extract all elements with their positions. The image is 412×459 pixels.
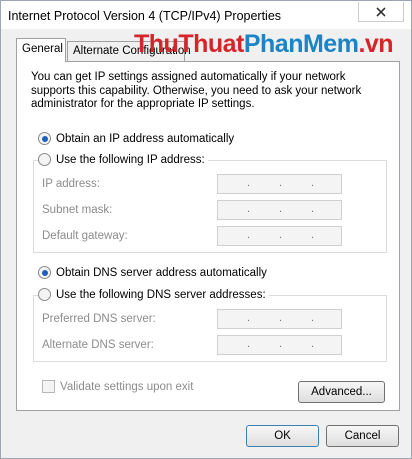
obtain-dns-auto-label: Obtain DNS server address automatically (56, 266, 267, 279)
ipv4-properties-dialog: Internet Protocol Version 4 (TCP/IPv4) P… (0, 0, 412, 459)
validate-settings-checkbox[interactable]: Validate settings upon exit (42, 380, 193, 393)
preferred-dns-label: Preferred DNS server: (42, 313, 156, 325)
default-gateway-label: Default gateway: (42, 230, 128, 242)
ip-address-label: IP address: (42, 178, 100, 190)
advanced-button[interactable]: Advanced... (298, 381, 385, 403)
radio-indicator (38, 266, 51, 279)
subnet-mask-input[interactable]: ... (217, 200, 342, 220)
use-following-dns-label: Use the following DNS server addresses: (56, 288, 266, 301)
checkbox-indicator (42, 380, 55, 393)
obtain-dns-auto-radio[interactable]: Obtain DNS server address automatically (38, 266, 270, 279)
subnet-mask-label: Subnet mask: (42, 204, 113, 216)
cancel-button[interactable]: Cancel (326, 425, 399, 447)
use-following-dns-radio[interactable]: Use the following DNS server addresses: (38, 288, 269, 301)
alternate-dns-label: Alternate DNS server: (42, 339, 154, 351)
obtain-ip-auto-radio[interactable]: Obtain an IP address automatically (38, 132, 238, 145)
obtain-ip-auto-label: Obtain an IP address automatically (56, 132, 235, 145)
use-following-ip-radio[interactable]: Use the following IP address: (38, 153, 208, 166)
tab-general[interactable]: General (16, 38, 66, 62)
description-text: You can get IP settings assigned automat… (31, 71, 362, 110)
radio-indicator (38, 288, 51, 301)
preferred-dns-input[interactable]: ... (217, 309, 342, 329)
radio-indicator (38, 132, 51, 145)
window-title: Internet Protocol Version 4 (TCP/IPv4) P… (8, 9, 282, 23)
ok-button[interactable]: OK (246, 425, 319, 447)
default-gateway-input[interactable]: ... (217, 226, 342, 246)
close-icon (376, 6, 386, 17)
title-bar[interactable]: Internet Protocol Version 4 (TCP/IPv4) P… (1, 1, 411, 29)
watermark-logo: ThuThuatPhanMem.vn (134, 30, 394, 58)
use-following-ip-label: Use the following IP address: (56, 153, 205, 166)
radio-indicator (38, 153, 51, 166)
ip-address-input[interactable]: ... (217, 174, 342, 194)
alternate-dns-input[interactable]: ... (217, 335, 342, 355)
validate-settings-label: Validate settings upon exit (60, 380, 194, 393)
close-button[interactable] (358, 2, 404, 22)
